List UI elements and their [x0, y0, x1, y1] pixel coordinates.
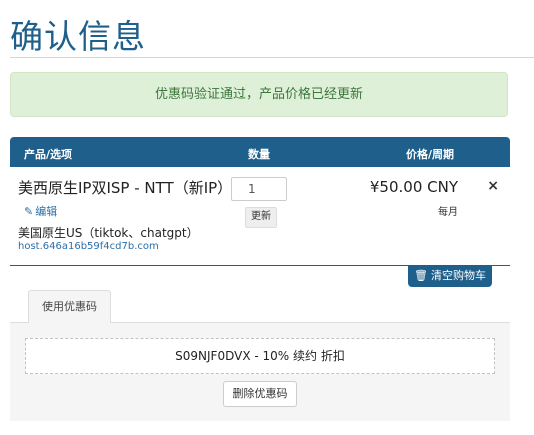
quantity-input[interactable] — [231, 177, 287, 201]
trash-icon: 🗑 — [414, 269, 428, 282]
tab-use-promo[interactable]: 使用优惠码 — [28, 290, 111, 323]
header-price: 价格/周期 — [405, 148, 454, 161]
billing-period: 每月 — [438, 207, 458, 218]
header-quantity: 数量 — [248, 148, 270, 161]
update-quantity-button[interactable]: 更新 — [245, 207, 277, 228]
clear-cart-label: 清空购物车 — [430, 269, 486, 282]
edit-product-link[interactable]: ✎ 编辑 — [24, 205, 57, 218]
promo-success-alert: 优惠码验证通过，产品价格已经更新 — [10, 72, 508, 117]
header-product: 产品/选项 — [24, 148, 73, 161]
cart-item-row: 美西原生IP双ISP - NTT（新IP） ✎ 编辑 美国原生US（tiktok、… — [10, 167, 510, 266]
close-icon[interactable]: × — [487, 178, 499, 194]
page-title: 确认信息 — [10, 17, 146, 56]
remove-promo-button[interactable]: 删除优惠码 — [223, 381, 297, 407]
pencil-icon: ✎ — [24, 205, 34, 218]
applied-promo-code: S09NJF0DVX - 10% 续约 折扣 — [25, 338, 495, 374]
clear-cart-button[interactable]: 🗑 清空购物车 — [408, 265, 492, 287]
product-hostname: host.646a16b59f4cd7b.com — [18, 241, 159, 252]
cart-table-header: 产品/选项 数量 价格/周期 — [10, 137, 510, 167]
product-name-block: 美西原生IP双ISP - NTT（新IP） ✎ 编辑 — [18, 177, 233, 223]
edit-label: 编辑 — [35, 205, 58, 218]
product-name: 美西原生IP双ISP - NTT（新IP） — [18, 179, 233, 197]
product-description: 美国原生US（tiktok、chatgpt） — [18, 226, 199, 240]
item-price: ¥50.00 CNY — [369, 178, 458, 196]
title-divider — [10, 57, 534, 58]
